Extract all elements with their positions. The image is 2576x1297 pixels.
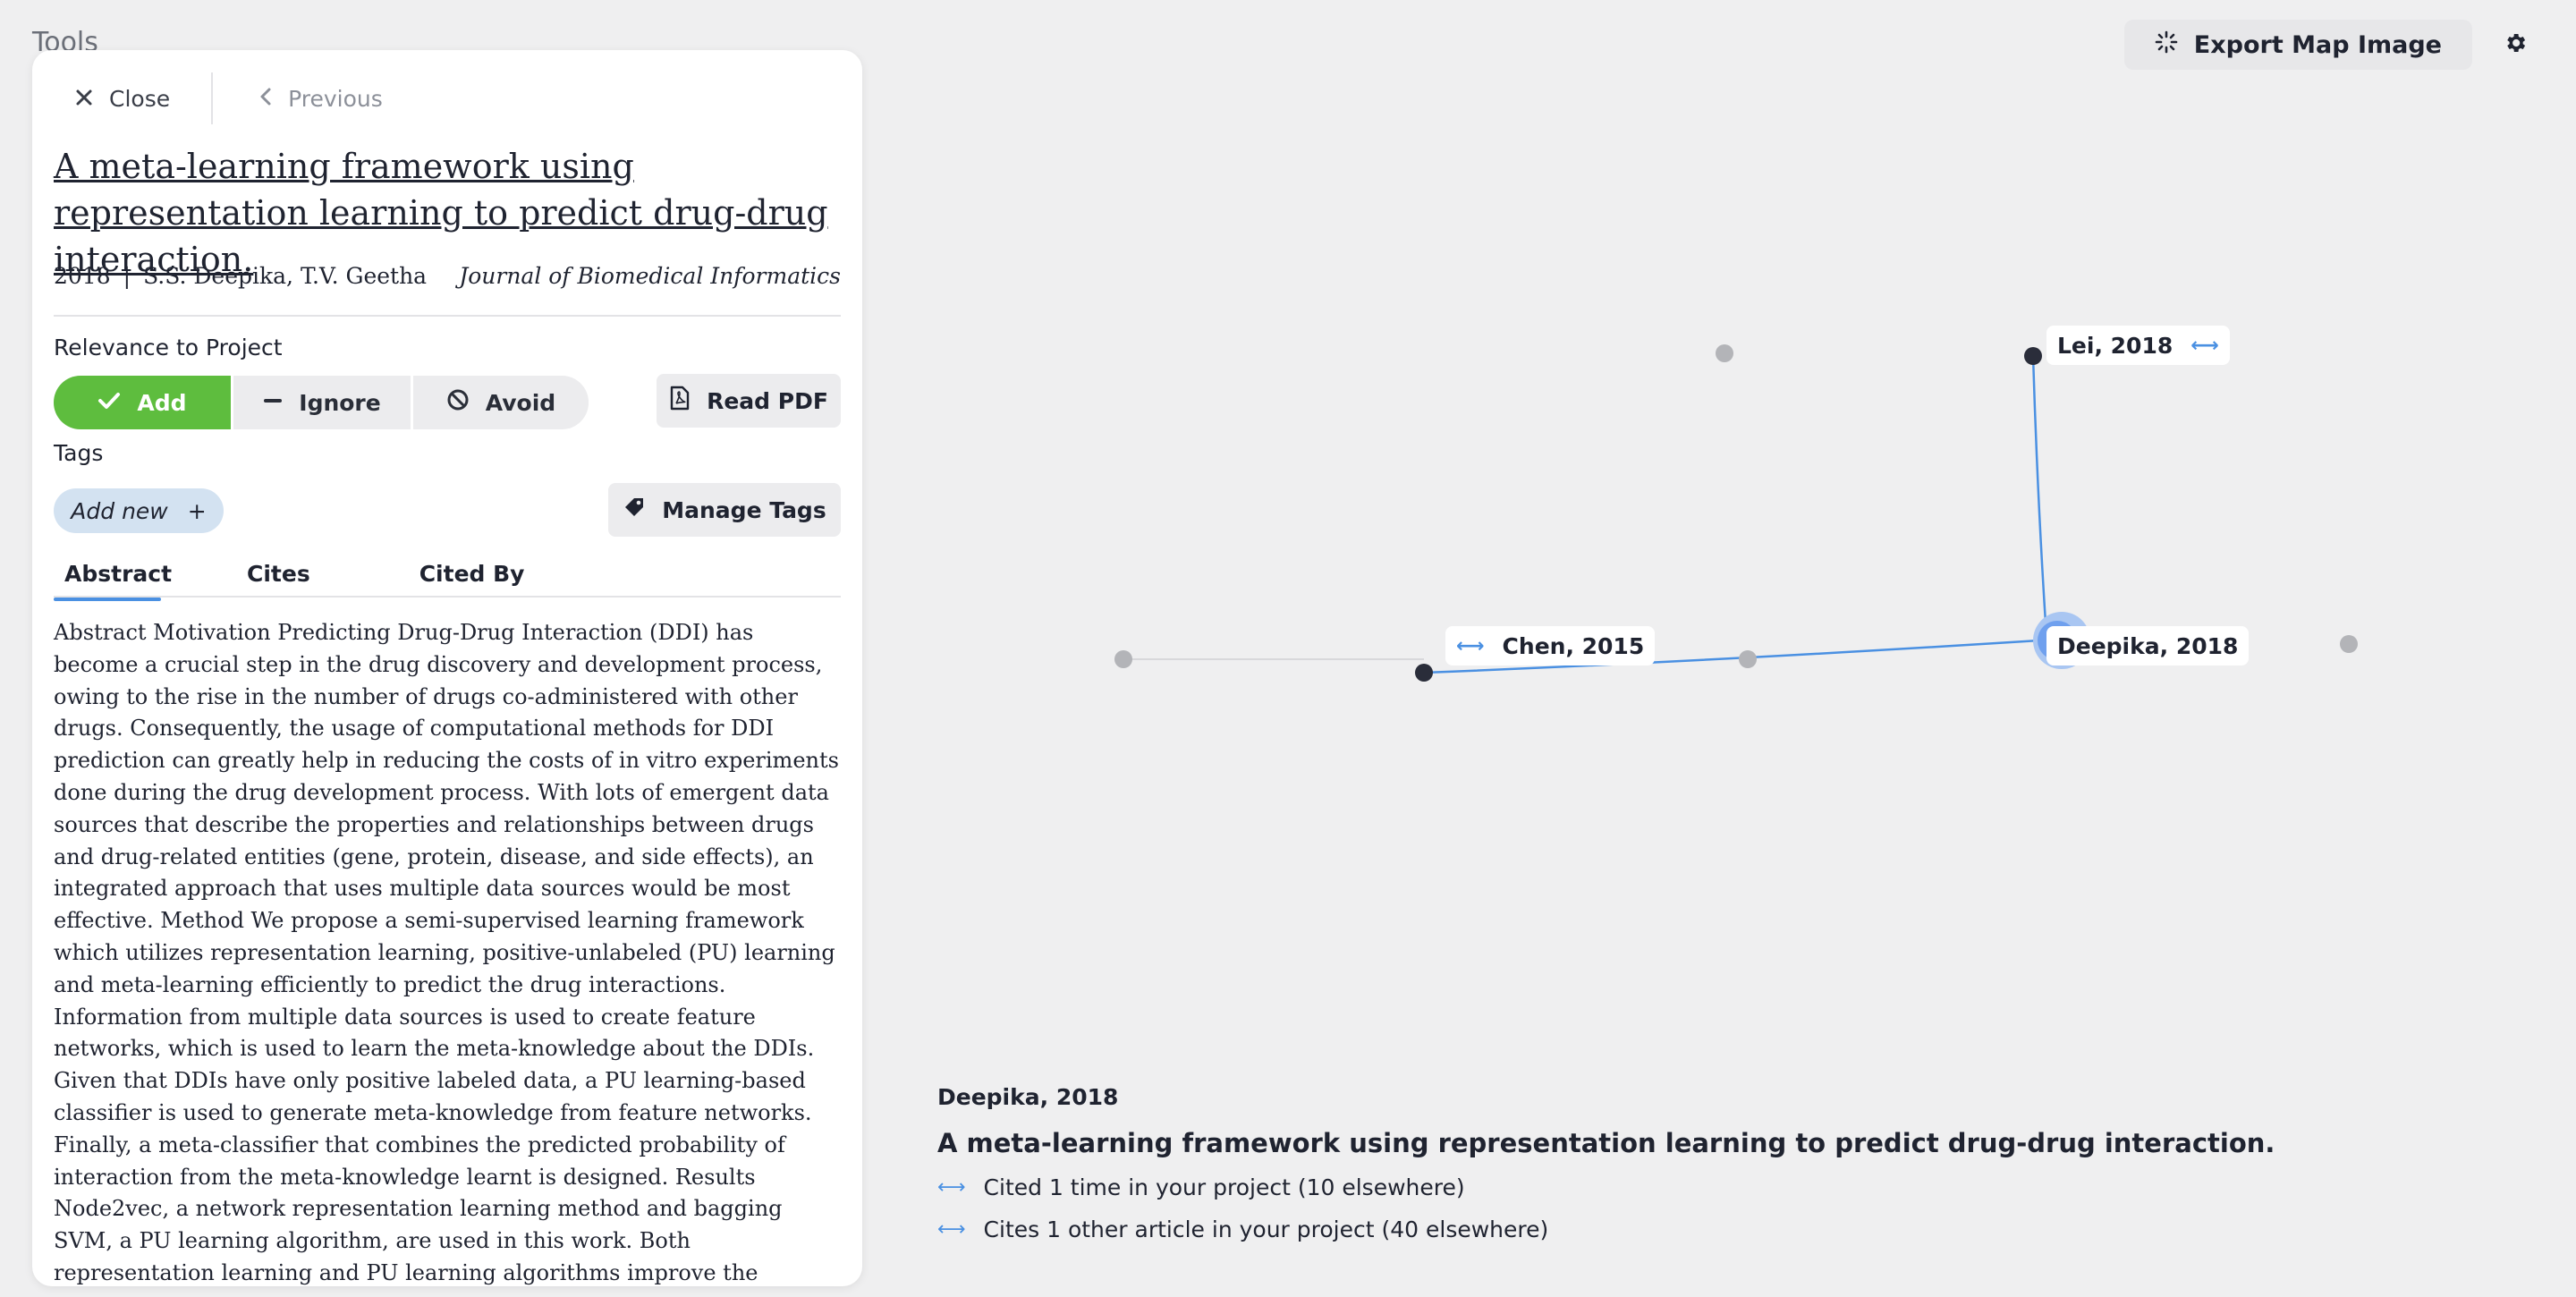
info-subtitle: Deepika, 2018	[937, 1084, 1119, 1110]
bidirectional-arrow-icon: ⟷	[937, 1218, 966, 1241]
paper-authors: S.S. Deepika, T.V. Geetha	[143, 262, 428, 289]
node-label-text: Chen, 2015	[1502, 632, 1645, 659]
manage-tags-label: Manage Tags	[662, 496, 826, 523]
info-cites-line: ⟷ Cites 1 other article in your project …	[937, 1216, 2279, 1242]
panel-nav: Close Previous	[75, 72, 383, 125]
map-node-chen[interactable]	[1415, 664, 1433, 682]
check-icon	[97, 390, 121, 416]
paper-detail-panel: Close Previous A meta-learning framework…	[32, 50, 862, 1286]
paper-meta: 2018 | S.S. Deepika, T.V. Geetha Journal…	[54, 258, 841, 293]
read-pdf-button[interactable]: Read PDF	[657, 374, 841, 428]
tab-abstract[interactable]: Abstract	[54, 551, 172, 601]
chevron-left-icon	[259, 86, 272, 112]
node-label-chen[interactable]: ⟷ Chen, 2015	[1445, 626, 1656, 665]
map-node-grey[interactable]	[1739, 650, 1757, 668]
bidirectional-arrow-icon: ⟷	[1456, 634, 1485, 657]
panel-divider	[54, 315, 841, 317]
relevance-add-label: Add	[137, 389, 187, 416]
pdf-file-icon	[669, 386, 691, 416]
node-label-text: Lei, 2018	[2057, 332, 2174, 359]
node-label-lei[interactable]: Lei, 2018 ⟷	[2046, 326, 2230, 365]
abstract-text: Abstract Motivation Predicting Drug-Drug…	[54, 620, 839, 1285]
tag-icon	[623, 496, 646, 524]
edge-lei-deepika	[2031, 355, 2048, 638]
nav-divider	[211, 72, 214, 124]
read-pdf-label: Read PDF	[707, 387, 828, 414]
relevance-label: Relevance to Project	[54, 335, 283, 360]
paper-tabs: Abstract Cites Cited By	[54, 551, 841, 601]
tags-label: Tags	[54, 440, 104, 466]
plus-icon: +	[187, 497, 207, 524]
previous-button[interactable]: Previous	[259, 86, 383, 112]
selected-paper-info: Deepika, 2018 A meta-learning framework …	[937, 1084, 2279, 1242]
relevance-avoid-label: Avoid	[485, 389, 556, 416]
info-title: A meta-learning framework using represen…	[937, 1128, 2275, 1158]
close-button[interactable]: Close	[75, 86, 170, 112]
previous-label: Previous	[288, 85, 383, 112]
paper-journal: Journal of Biomedical Informatics	[459, 262, 841, 289]
node-label-text: Deepika, 2018	[2057, 632, 2239, 659]
add-new-tag-button[interactable]: Add new +	[54, 488, 224, 533]
meta-separator: |	[123, 262, 131, 289]
relevance-toggle-group: Add Ignore Avoid	[54, 376, 589, 429]
map-node-grey[interactable]	[2340, 635, 2358, 653]
relevance-ignore-label: Ignore	[299, 389, 381, 416]
tab-cites[interactable]: Cites	[236, 551, 321, 596]
info-cites-text: Cites 1 other article in your project (4…	[983, 1216, 1549, 1242]
ban-icon	[446, 388, 470, 417]
manage-tags-button[interactable]: Manage Tags	[608, 483, 841, 537]
close-icon	[75, 86, 93, 112]
tabs-divider	[54, 596, 841, 598]
bidirectional-arrow-icon: ⟷	[2190, 334, 2219, 357]
map-node-grey[interactable]	[1716, 344, 1733, 362]
minus-icon	[263, 390, 283, 416]
map-node-lei[interactable]	[2024, 347, 2042, 365]
add-new-label: Add new	[71, 497, 168, 524]
info-cited-line: ⟷ Cited 1 time in your project (10 elsew…	[937, 1174, 2279, 1200]
info-cited-text: Cited 1 time in your project (10 elsewhe…	[983, 1174, 1465, 1200]
relevance-ignore-button[interactable]: Ignore	[233, 376, 411, 429]
node-label-deepika[interactable]: Deepika, 2018	[2046, 626, 2250, 665]
relevance-add-button[interactable]: Add	[54, 376, 231, 429]
bidirectional-arrow-icon: ⟷	[937, 1176, 966, 1199]
tab-cited-by[interactable]: Cited By	[409, 551, 536, 596]
map-node-grey[interactable]	[1114, 650, 1132, 668]
close-label: Close	[109, 85, 171, 112]
relevance-avoid-button[interactable]: Avoid	[413, 376, 589, 429]
paper-year: 2018	[54, 262, 111, 289]
